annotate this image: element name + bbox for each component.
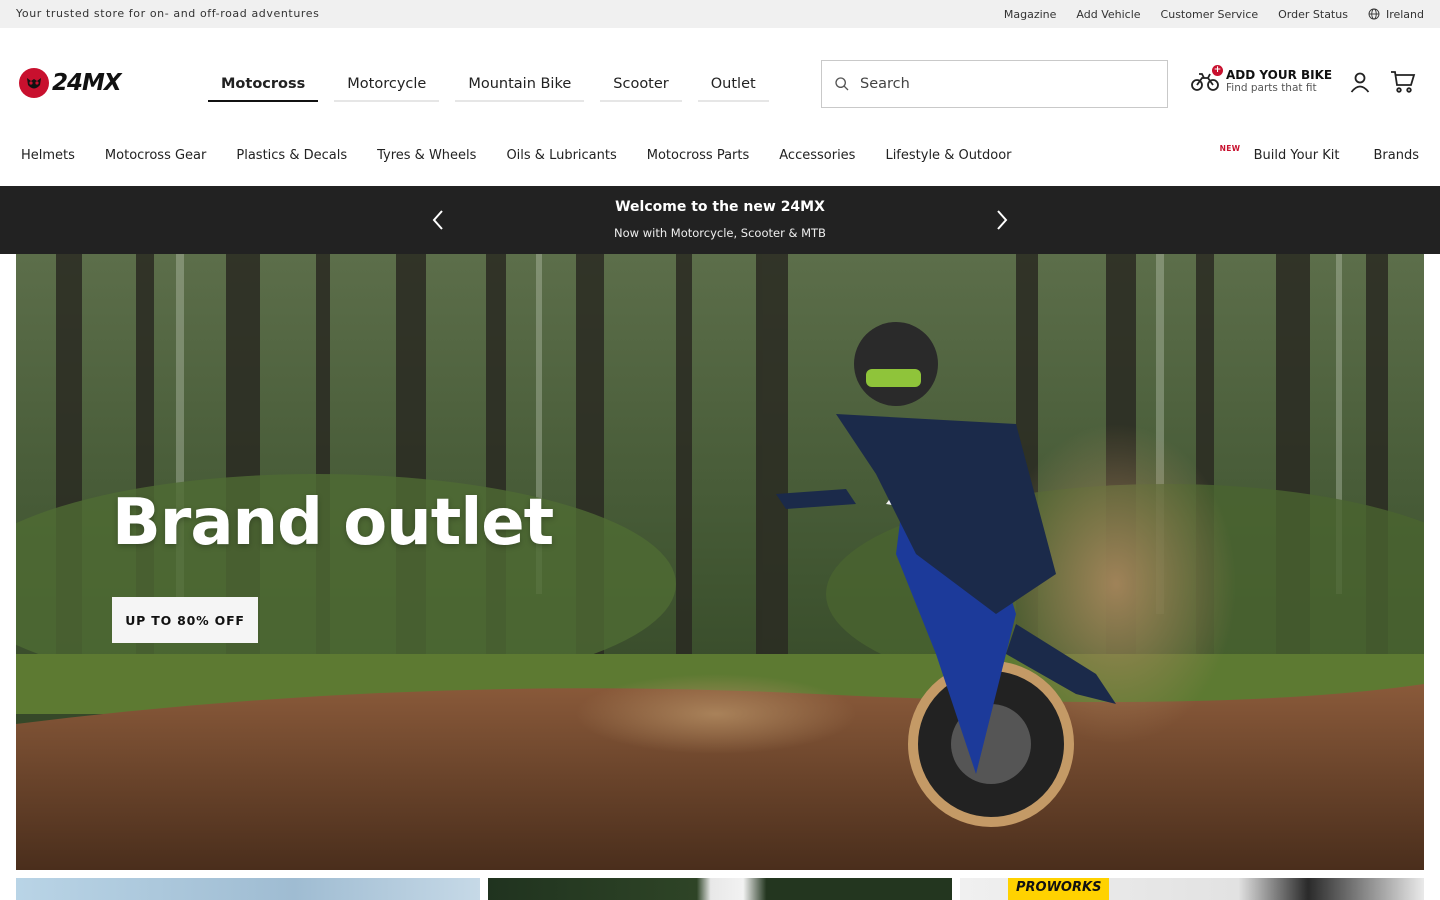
search-icon	[835, 77, 849, 91]
main-header: 24MX Motocross Motorcycle Mountain Bike …	[0, 28, 1440, 138]
subnav-item-accessories[interactable]: Accessories	[779, 148, 855, 163]
order-status-link[interactable]: Order Status	[1278, 8, 1348, 21]
tab-scooter[interactable]: Scooter	[600, 68, 682, 102]
subnav-item-motocross-gear[interactable]: Motocross Gear	[105, 148, 206, 163]
subnav-item-tyres-wheels[interactable]: Tyres & Wheels	[377, 148, 476, 163]
tab-mountain-bike[interactable]: Mountain Bike	[455, 68, 585, 102]
cart-icon[interactable]	[1390, 70, 1416, 94]
region-label: Ireland	[1385, 7, 1424, 21]
account-icon[interactable]	[1348, 70, 1372, 94]
promo-tile-2[interactable]	[488, 878, 952, 900]
add-your-bike-button[interactable]: + ADD YOUR BIKE Find parts that fit	[1190, 65, 1333, 94]
subnav-item-brands[interactable]: Brands	[1374, 148, 1420, 163]
tab-motorcycle[interactable]: Motorcycle	[334, 68, 440, 102]
promo-tile-3[interactable]: PROWORKS	[960, 878, 1424, 900]
search-box	[821, 60, 1168, 108]
hero-title: Brand outlet	[112, 486, 554, 560]
add-bike-subtitle: Find parts that fit	[1226, 82, 1317, 94]
announcement-title: Welcome to the new 24MX	[615, 199, 825, 215]
add-bike-title: ADD YOUR BIKE	[1226, 68, 1333, 82]
region-selector[interactable]: Ireland	[1368, 8, 1424, 21]
promo-tile-1[interactable]	[16, 878, 480, 900]
add-bike-plus-badge: +	[1212, 65, 1223, 76]
chevron-right-icon[interactable]	[992, 208, 1012, 232]
category-tabs: Motocross Motorcycle Mountain Bike Scoot…	[208, 68, 769, 102]
top-utility-bar: Your trusted store for on- and off-road …	[0, 0, 1440, 28]
subnav-item-motocross-parts[interactable]: Motocross Parts	[647, 148, 750, 163]
logo-mark-icon	[19, 68, 49, 98]
motorbike-icon: +	[1190, 65, 1223, 94]
hero-image	[16, 254, 1424, 870]
tab-motocross[interactable]: Motocross	[208, 68, 319, 102]
new-badge: NEW	[1219, 144, 1241, 153]
utility-links: Magazine Add Vehicle Customer Service Or…	[1004, 0, 1424, 28]
tab-outlet[interactable]: Outlet	[697, 68, 769, 102]
subnav-item-oils-lubricants[interactable]: Oils & Lubricants	[506, 148, 616, 163]
subnav-item-lifestyle-outdoor[interactable]: Lifestyle & Outdoor	[885, 148, 1011, 163]
promo-tiles: PROWORKS	[16, 878, 1424, 900]
subnav-item-build-your-kit[interactable]: NEW Build Your Kit	[1220, 144, 1340, 163]
subnav-item-helmets[interactable]: Helmets	[21, 148, 75, 163]
site-logo[interactable]: 24MX	[18, 66, 122, 100]
subnav-item-plastics-decals[interactable]: Plastics & Decals	[236, 148, 347, 163]
customer-service-link[interactable]: Customer Service	[1161, 8, 1259, 21]
globe-icon	[1368, 8, 1380, 20]
sub-navigation: Helmets Motocross Gear Plastics & Decals…	[0, 138, 1440, 186]
subnav-links: Helmets Motocross Gear Plastics & Decals…	[21, 148, 1012, 163]
hero-banner[interactable]: Brand outlet UP TO 80% OFF	[16, 254, 1424, 870]
proworks-logo: PROWORKS	[1008, 878, 1110, 900]
magazine-link[interactable]: Magazine	[1004, 8, 1057, 21]
announcement-bar: Welcome to the new 24MX Now with Motorcy…	[0, 186, 1440, 254]
subnav-right: NEW Build Your Kit Brands	[1220, 144, 1420, 163]
store-tagline: Your trusted store for on- and off-road …	[16, 7, 320, 20]
search-input[interactable]	[860, 76, 1140, 92]
hero-cta-button[interactable]: UP TO 80% OFF	[112, 597, 258, 643]
logo-wordmark: 24MX	[52, 70, 122, 96]
build-your-kit-label: Build Your Kit	[1253, 148, 1340, 163]
announcement-subtitle: Now with Motorcycle, Scooter & MTB	[614, 226, 826, 240]
add-vehicle-link[interactable]: Add Vehicle	[1076, 8, 1140, 21]
